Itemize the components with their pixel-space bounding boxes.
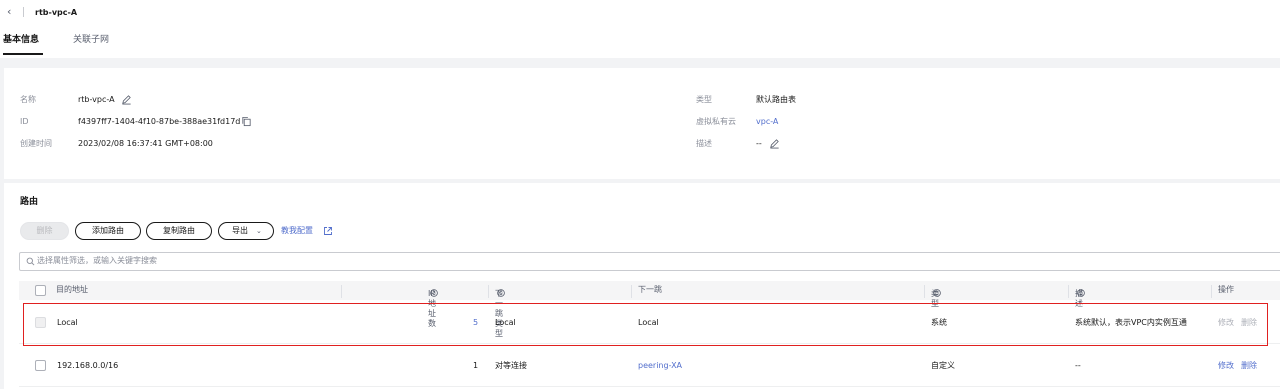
description-label: 描述 xyxy=(696,139,712,148)
cell-destination: 192.168.0.0/16 xyxy=(57,361,119,370)
column-divider xyxy=(631,285,632,298)
type-value: 默认路由表 xyxy=(756,95,796,104)
routes-card: 路由 删除 添加路由 复制路由 导出 ⌄ 教我配置 选择属性筛选，或输入关键字搜… xyxy=(4,183,1280,389)
row-divider xyxy=(19,386,1280,387)
col-next-hop: 下一跳 xyxy=(638,285,662,294)
vpc-link[interactable]: vpc-A xyxy=(756,117,778,127)
table-row: 192.168.0.0/16 1 对等连接 peering-XA 自定义 -- … xyxy=(19,347,1280,385)
column-divider xyxy=(924,285,925,298)
export-label: 导出 xyxy=(232,226,248,235)
help-config-link[interactable]: 教我配置 xyxy=(281,226,313,236)
row-checkbox[interactable] xyxy=(35,360,46,371)
page-header: ‹ rtb-vpc-A 基本信息 关联子网 xyxy=(0,0,1280,58)
copy-icon[interactable] xyxy=(241,116,252,127)
sort-icon[interactable] xyxy=(430,289,438,297)
filter-icon[interactable] xyxy=(1077,289,1085,297)
delete-link[interactable]: 删除 xyxy=(1241,361,1257,371)
search-placeholder: 选择属性筛选，或输入关键字搜索 xyxy=(37,256,157,265)
delete-button[interactable]: 删除 xyxy=(20,222,69,240)
sort-icon[interactable] xyxy=(497,289,505,297)
tab-associated-subnets[interactable]: 关联子网 xyxy=(73,34,109,46)
basic-info-card: 名称 rtb-vpc-A ID f4397ff7-1404-4f10-87be-… xyxy=(4,68,1280,179)
edit-name-icon[interactable] xyxy=(121,94,132,105)
search-icon xyxy=(26,257,35,266)
tab-basic-info[interactable]: 基本信息 xyxy=(3,34,39,46)
cell-ip-count: 1 xyxy=(473,361,479,370)
created-value: 2023/02/08 16:37:41 GMT+08:00 xyxy=(78,139,213,148)
select-all-checkbox[interactable] xyxy=(35,285,46,296)
cell-description: -- xyxy=(1075,361,1081,370)
created-label: 创建时间 xyxy=(20,139,52,148)
cell-next-hop-link[interactable]: peering-XA xyxy=(638,361,682,371)
col-operation: 操作 xyxy=(1218,285,1234,294)
copy-route-button[interactable]: 复制路由 xyxy=(146,222,212,240)
column-divider xyxy=(1068,285,1069,298)
vpc-label: 虚拟私有云 xyxy=(696,117,736,126)
cell-type: 自定义 xyxy=(931,361,955,370)
sort-icon[interactable] xyxy=(933,289,941,297)
routes-section-title: 路由 xyxy=(20,197,39,207)
search-input[interactable]: 选择属性筛选，或输入关键字搜索 xyxy=(19,252,1280,271)
name-label: 名称 xyxy=(20,95,36,104)
edit-description-icon[interactable] xyxy=(769,138,780,149)
name-value: rtb-vpc-A xyxy=(78,95,115,104)
add-route-button[interactable]: 添加路由 xyxy=(75,222,141,240)
column-divider xyxy=(488,285,489,298)
page-title: rtb-vpc-A xyxy=(35,8,78,17)
chevron-down-icon: ⌄ xyxy=(256,227,262,235)
column-divider xyxy=(341,285,342,298)
table-header: 目的地址 IP地址数 下一跳类型 下一跳 类型 描述 操作 xyxy=(19,281,1280,338)
id-value: f4397ff7-1404-4f10-87be-388ae31fd17d xyxy=(78,117,241,126)
external-link-icon[interactable] xyxy=(323,226,333,236)
id-label: ID xyxy=(20,117,29,126)
modify-link[interactable]: 修改 xyxy=(1218,361,1234,371)
export-dropdown[interactable]: 导出 ⌄ xyxy=(218,222,274,240)
cell-next-hop-type: 对等连接 xyxy=(495,361,527,370)
highlight-box xyxy=(23,303,1268,346)
active-tab-underline xyxy=(3,53,43,55)
col-destination: 目的地址 xyxy=(56,285,88,294)
header-divider xyxy=(23,7,24,17)
chevron-left-icon[interactable]: ‹ xyxy=(7,6,11,18)
column-divider xyxy=(1211,285,1212,298)
type-label: 类型 xyxy=(696,95,712,104)
description-value: -- xyxy=(756,139,762,148)
